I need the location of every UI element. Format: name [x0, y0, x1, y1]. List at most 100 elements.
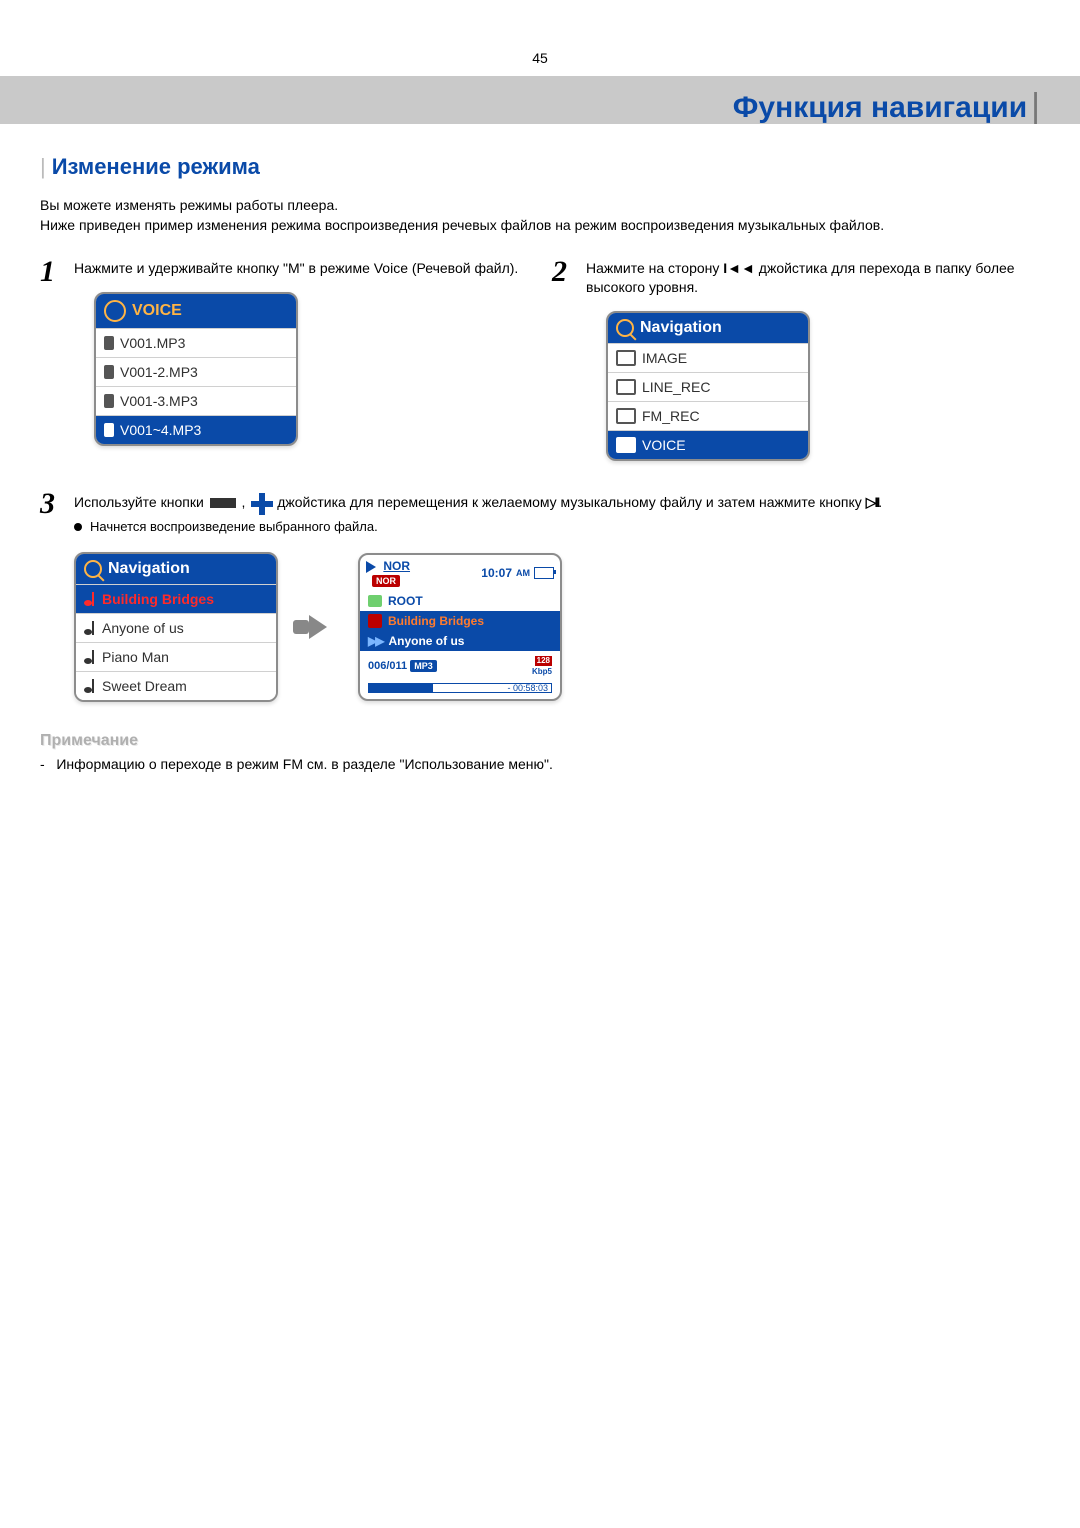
list-item[interactable]: Anyone of us — [76, 613, 276, 642]
codec-badge: MP3 — [410, 660, 437, 672]
step-1-text: Нажмите и удерживайте кнопку "M" в режим… — [74, 259, 528, 278]
music-album-icon — [368, 614, 382, 628]
step-number: 1 — [40, 257, 64, 461]
next-track-icon: ▶▶ — [368, 634, 382, 648]
text-part: джойстика для перемещения к желаемому му… — [273, 494, 865, 510]
minus-icon — [210, 498, 236, 508]
step-3-bullet: Начнется воспроизведение выбранного файл… — [74, 519, 1040, 534]
note-text: - Информацию о переходе в режим FM см. в… — [40, 756, 1040, 772]
folder-icon — [616, 408, 636, 424]
intro-line2: Ниже приведен пример изменения режима во… — [40, 217, 884, 233]
list-item-label: Building Bridges — [102, 591, 268, 607]
list-item-selected[interactable]: Building Bridges — [76, 584, 276, 613]
title-banner: Функция навигации| — [0, 76, 1080, 124]
np-info-bar: 006/011 MP3 128 Kbp5 — [360, 651, 560, 683]
time-remaining: - 00:58:03 — [507, 683, 548, 693]
list-item-selected[interactable]: V001~4.MP3 — [96, 415, 296, 444]
list-item[interactable]: Piano Man — [76, 642, 276, 671]
list-item-label: FM_REC — [642, 408, 800, 424]
screen-header-text: Navigation — [108, 560, 190, 578]
step-3-screens: Navigation Building Bridges Anyone of us… — [74, 552, 1040, 702]
plus-icon — [251, 493, 271, 513]
np-ampm: AM — [516, 568, 530, 578]
screen-header: Navigation — [76, 554, 276, 584]
search-icon — [84, 560, 102, 578]
bitrate-unit: Kbp5 — [532, 667, 552, 676]
bitrate-badge: 128 — [535, 656, 552, 666]
recording-icon — [104, 394, 114, 408]
list-item[interactable]: V001-2.MP3 — [96, 357, 296, 386]
np-clock: 10:07 AM — [481, 566, 554, 580]
screen-navigation-music: Navigation Building Bridges Anyone of us… — [74, 552, 278, 702]
list-item-selected[interactable]: VOICE — [608, 430, 808, 459]
step-2-text: Нажмите на сторону I◄◄ джойстика для пер… — [586, 259, 1040, 297]
list-item[interactable]: IMAGE — [608, 343, 808, 372]
list-item-label: Piano Man — [102, 649, 268, 665]
list-item[interactable]: V001-3.MP3 — [96, 386, 296, 415]
list-item[interactable]: Sweet Dream — [76, 671, 276, 700]
root-folder-icon — [368, 595, 382, 607]
np-root-label: ROOT — [388, 594, 423, 608]
screen-header-text: VOICE — [132, 302, 182, 320]
divider-bar: | — [40, 154, 46, 179]
step-2: 2 Нажмите на сторону I◄◄ джойстика для п… — [552, 259, 1040, 461]
music-note-icon — [84, 592, 96, 606]
np-mode: NOR — [383, 559, 410, 573]
voice-icon — [104, 300, 126, 322]
list-item-label: LINE_REC — [642, 379, 800, 395]
list-item[interactable]: FM_REC — [608, 401, 808, 430]
list-item-label: V001-3.MP3 — [120, 393, 288, 409]
list-item[interactable]: LINE_REC — [608, 372, 808, 401]
np-root-row: ROOT — [360, 591, 560, 611]
note-heading: Примечание — [40, 732, 1040, 750]
arrow-right-icon — [298, 614, 338, 641]
list-item-label: V001~4.MP3 — [120, 422, 288, 438]
recording-icon — [104, 423, 114, 437]
music-note-icon — [84, 650, 96, 664]
folder-icon — [616, 437, 636, 453]
list-item-label: V001-2.MP3 — [120, 364, 288, 380]
text-part: , — [238, 494, 250, 510]
bullet-icon — [74, 523, 82, 531]
prev-track-icon: I◄◄ — [723, 260, 755, 276]
step-number: 2 — [552, 257, 576, 461]
list-item-label: V001.MP3 — [120, 335, 288, 351]
step-row-12: 1 Нажмите и удерживайте кнопку "M" в реж… — [40, 259, 1040, 461]
section-heading: |Изменение режима — [40, 154, 1040, 180]
step-3: 3 Используйте кнопки , джойстика для пер… — [40, 491, 1040, 702]
play-pause-icon: ▷II — [866, 494, 879, 510]
np-time: 10:07 — [481, 566, 512, 580]
folder-icon — [616, 379, 636, 395]
text-part: . — [878, 494, 882, 510]
list-item[interactable]: V001.MP3 — [96, 328, 296, 357]
intro-text: Вы можете изменять режимы работы плеера.… — [40, 196, 1040, 235]
list-item-label: IMAGE — [642, 350, 800, 366]
text-part: Используйте кнопки — [74, 494, 208, 510]
screen-navigation-folders: Navigation IMAGE LINE_REC FM_REC — [606, 311, 810, 461]
note-body: Информацию о переходе в режим FM см. в р… — [56, 756, 553, 772]
step-3-text: Используйте кнопки , джойстика для перем… — [74, 491, 1040, 513]
recording-icon — [104, 365, 114, 379]
np-status-bar: NOR NOR 10:07 AM — [360, 555, 560, 591]
section-heading-text: Изменение режима — [52, 154, 260, 179]
np-track-current[interactable]: Building Bridges — [360, 611, 560, 631]
progress-bar[interactable]: - 00:58:03 — [368, 683, 552, 693]
screen-header: VOICE — [96, 294, 296, 328]
search-icon — [616, 319, 634, 337]
bullet-text: Начнется воспроизведение выбранного файл… — [90, 519, 378, 534]
page-title: Функция навигации| — [733, 87, 1040, 126]
np-track-next[interactable]: ▶▶ Anyone of us — [360, 631, 560, 651]
dash: - — [40, 756, 56, 772]
folder-icon — [616, 350, 636, 366]
content: |Изменение режима Вы можете изменять реж… — [0, 124, 1080, 812]
play-icon — [366, 561, 376, 573]
screen-header: Navigation — [608, 313, 808, 343]
page-number: 45 — [0, 0, 1080, 76]
step-1: 1 Нажмите и удерживайте кнопку "M" в реж… — [40, 259, 528, 461]
np-badge: NOR — [372, 575, 400, 587]
list-item-label: Anyone of us — [102, 620, 268, 636]
list-item-label: VOICE — [642, 437, 800, 453]
np-counter: 006/011 — [368, 660, 407, 672]
screen-header-text: Navigation — [640, 319, 722, 337]
text-part: Нажмите на сторону — [586, 260, 723, 276]
